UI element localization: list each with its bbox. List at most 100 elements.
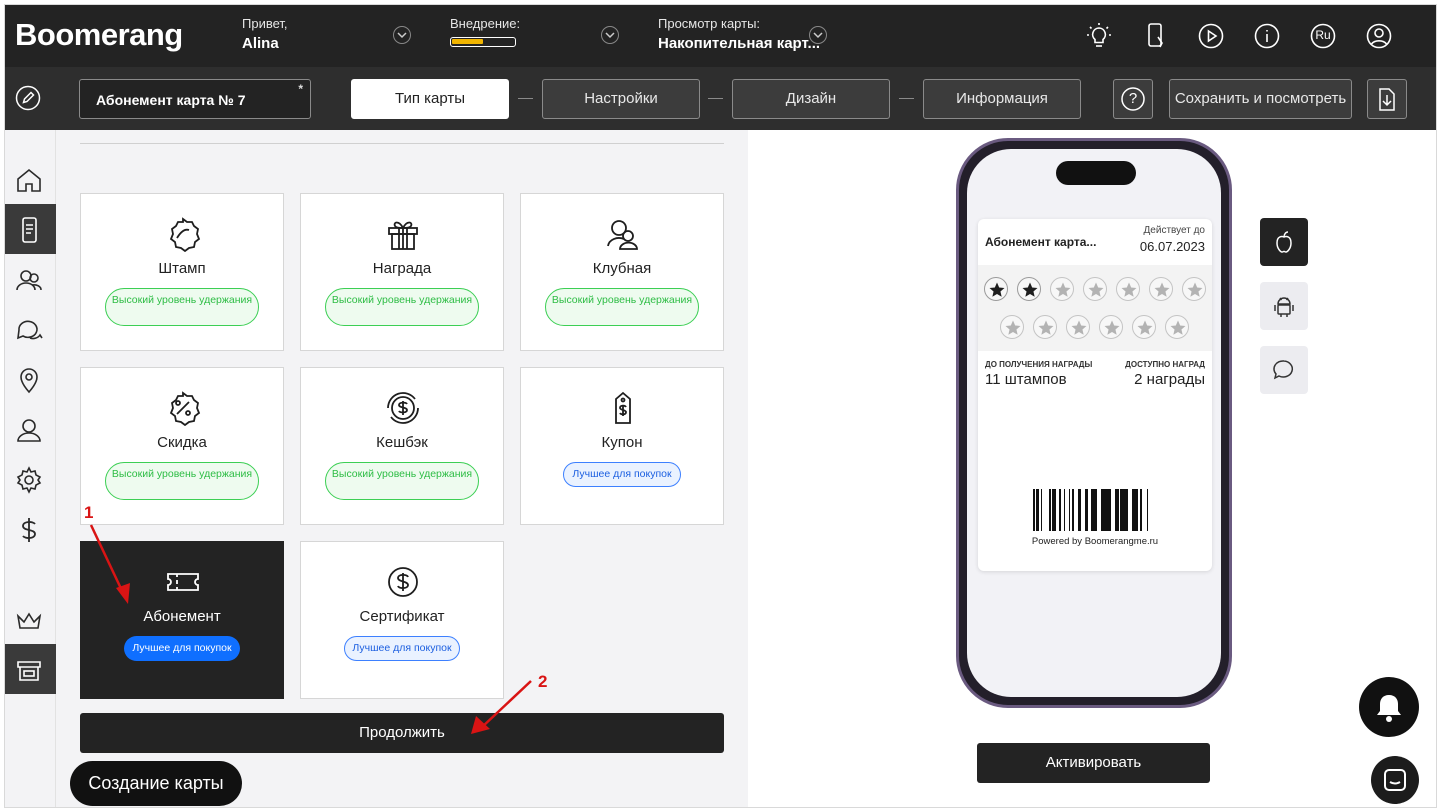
retention-badge: Высокий уровень удержания (325, 462, 479, 500)
card-type-name: Скидка (157, 434, 207, 451)
sidebar-item-cards[interactable] (5, 204, 56, 254)
stamp-icon (169, 217, 201, 252)
logo[interactable]: Boomerang (15, 17, 183, 53)
save-and-preview-button[interactable]: Сохранить и посмотреть (1169, 79, 1352, 119)
edit-pencil-icon[interactable] (15, 85, 41, 111)
notifications-button[interactable] (1359, 677, 1419, 737)
download-icon (1379, 88, 1395, 111)
card-type-discount[interactable]: Скидка Высокий уровень удержания (80, 367, 284, 525)
step-design[interactable]: Дизайн (732, 79, 890, 119)
card-type-name: Кешбэк (376, 434, 428, 451)
continue-button[interactable]: Продолжить (80, 713, 724, 753)
retention-badge: Высокий уровень удержания (545, 288, 699, 326)
valid-until-date: 06.07.2023 (1139, 239, 1205, 254)
implementation-label: Внедрение: (450, 16, 521, 31)
card-type-name: Купон (601, 434, 643, 451)
barcode-bar (1137, 489, 1138, 531)
barcode-bar (1108, 489, 1111, 531)
implementation-chevron-icon[interactable] (601, 26, 619, 44)
card-view-selector[interactable]: Просмотр карты: Накопительная карт... (658, 16, 820, 52)
stamp-star-icon (1132, 315, 1156, 339)
greeting-label: Привет, (242, 16, 288, 31)
stamp-star-icon (1149, 277, 1173, 301)
play-icon[interactable] (1196, 21, 1226, 51)
apple-icon (1276, 231, 1292, 253)
step-settings[interactable]: Настройки (542, 79, 700, 119)
barcode-bar (1073, 489, 1074, 531)
sidebar-item-messages[interactable] (5, 304, 56, 354)
user-menu-chevron-icon[interactable] (393, 26, 411, 44)
ticket-icon (167, 573, 199, 591)
profile-icon (17, 419, 41, 442)
language-icon[interactable]: Ru (1308, 21, 1338, 51)
annotation-arrow-icon (471, 680, 532, 734)
card-type-cashback[interactable]: Кешбэк Высокий уровень удержания (300, 367, 504, 525)
activate-button[interactable]: Активировать (977, 743, 1210, 783)
barcode-bar (1091, 489, 1093, 531)
info-icon[interactable] (1252, 21, 1282, 51)
divider (80, 143, 724, 144)
card-type-reward[interactable]: Награда Высокий уровень удержания (300, 193, 504, 351)
retention-badge: Высокий уровень удержания (105, 462, 259, 500)
support-chat-button[interactable] (1371, 756, 1419, 804)
barcode-bar (1041, 489, 1042, 531)
implementation-status[interactable]: Внедрение: (450, 16, 520, 47)
stamp-star-icon (1182, 277, 1206, 301)
help-button[interactable]: ? (1113, 79, 1153, 119)
barcode-bar (1105, 489, 1108, 531)
cashback-icon (387, 392, 419, 424)
card-type-name: Награда (372, 260, 432, 277)
step-information[interactable]: Информация (923, 79, 1081, 119)
user-icon[interactable] (1364, 21, 1394, 51)
sidebar-item-settings[interactable] (5, 454, 56, 504)
card-type-name: Штамп (158, 260, 206, 277)
phone-icon[interactable] (1140, 21, 1170, 51)
android-preview-button[interactable] (1260, 282, 1308, 330)
sidebar-item-profile[interactable] (5, 404, 56, 454)
create-card-button[interactable]: Создание карты (70, 761, 242, 806)
card-type-name: Клубная (592, 260, 652, 277)
barcode-bar (1038, 489, 1039, 531)
step-separator (708, 98, 723, 99)
lightbulb-icon[interactable] (1084, 21, 1114, 51)
card-device-icon (22, 217, 37, 243)
powered-by: Powered by Boomerangme.ru (1031, 536, 1159, 547)
required-mark: * (298, 82, 303, 96)
sidebar-item-crown[interactable] (5, 594, 56, 644)
card-type-coupon[interactable]: Купон Лучшее для покупок (520, 367, 724, 525)
discount-icon (169, 391, 201, 426)
rewards-available-label: ДОСТУПНО НАГРАД (1125, 360, 1205, 369)
sidebar-item-home[interactable] (5, 154, 56, 204)
language-label: Ru (1315, 28, 1331, 42)
barcode-bar (1064, 489, 1065, 531)
barcode-bar (1147, 489, 1148, 531)
certificate-icon (388, 567, 418, 597)
crown-icon (16, 612, 42, 629)
barcode-bar (1101, 489, 1102, 531)
card-name-value: Абонемент карта № 7 (96, 92, 246, 108)
sidebar-item-store[interactable] (5, 644, 56, 694)
card-type-club[interactable]: Клубная Высокий уровень удержания (520, 193, 724, 351)
barcode-bar (1115, 489, 1118, 531)
card-name-input[interactable]: Абонемент карта № 7 * (79, 79, 311, 119)
sidebar-item-clients[interactable] (5, 254, 56, 304)
card-type-certificate[interactable]: Сертификат Лучшее для покупок (300, 541, 504, 699)
best-for-purchases-badge: Лучшее для покупок (563, 462, 681, 487)
club-icon (607, 220, 638, 250)
apple-preview-button[interactable] (1260, 218, 1308, 266)
message-preview-button[interactable] (1260, 346, 1308, 394)
card-type-panel: Штамп Высокий уровень удержания Награда … (56, 130, 748, 807)
view-chevron-icon[interactable] (809, 26, 827, 44)
sidebar-item-locations[interactable] (5, 354, 56, 404)
step-card-type[interactable]: Тип карты (351, 79, 509, 119)
user-greeting[interactable]: Привет, Alina (242, 16, 288, 52)
phone-mockup: Абонемент карта... Действует до 06.07.20… (956, 138, 1232, 708)
barcode-bar (1085, 489, 1088, 531)
download-button[interactable] (1367, 79, 1407, 119)
home-icon (17, 168, 41, 192)
sidebar-item-billing[interactable] (5, 504, 56, 554)
barcode-bar (1123, 489, 1125, 531)
editor-toolbar: Абонемент карта № 7 * Тип карты Настройк… (5, 67, 1436, 130)
card-type-stamp[interactable]: Штамп Высокий уровень удержания (80, 193, 284, 351)
top-bar: Boomerang Привет, Alina Внедрение: Просм… (5, 5, 1436, 67)
